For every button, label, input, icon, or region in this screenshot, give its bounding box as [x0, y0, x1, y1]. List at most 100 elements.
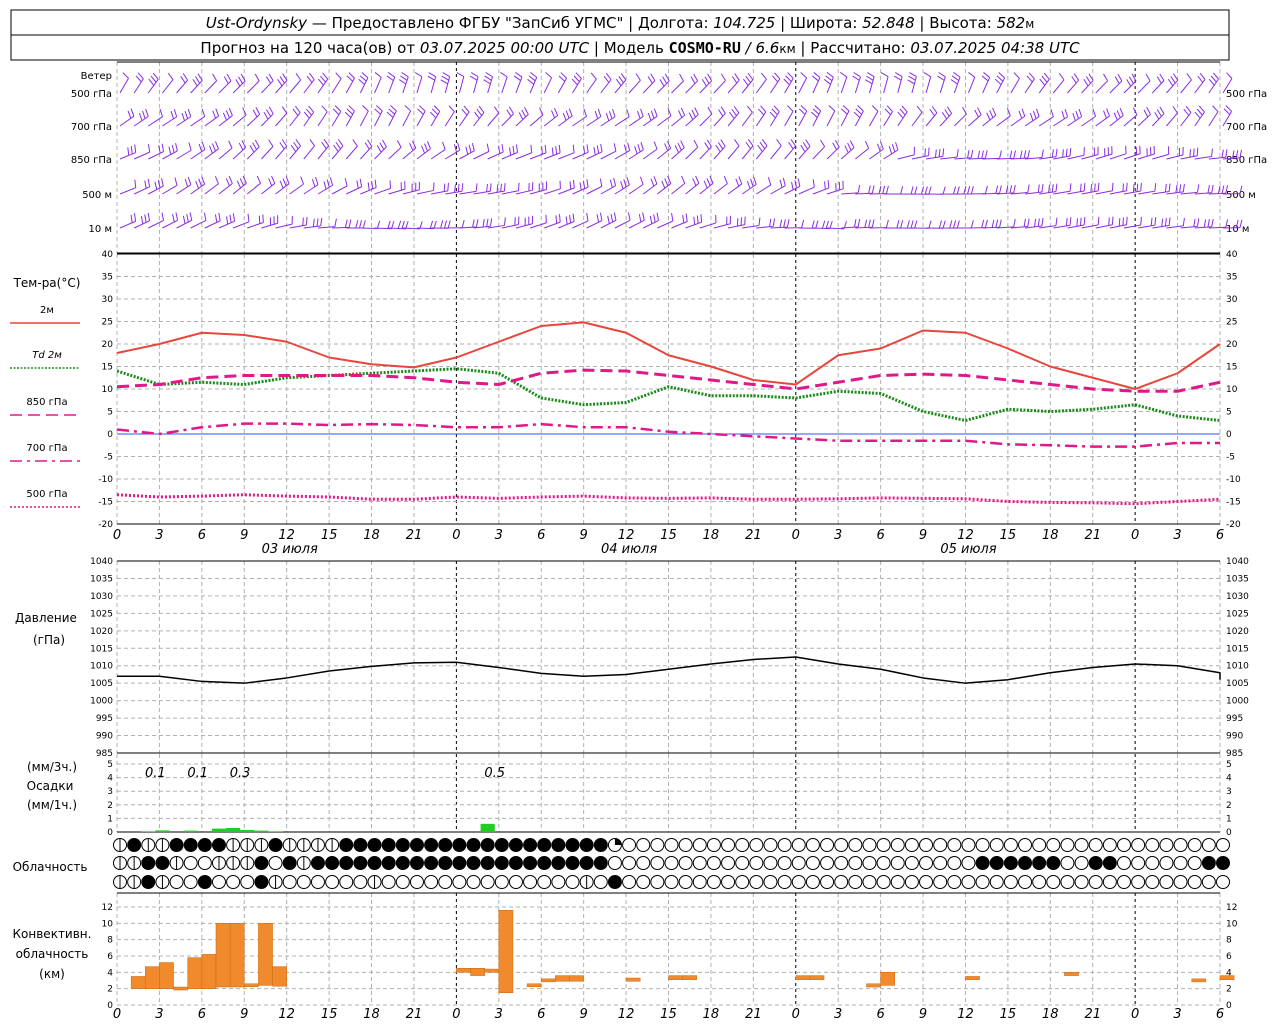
cloud-symbol	[580, 857, 593, 870]
wind-barb-feather	[146, 109, 149, 117]
wind-barb	[728, 139, 739, 159]
wind-barb-feather	[718, 142, 722, 149]
wind-barb-feather	[908, 80, 915, 84]
wind-barb-staff	[756, 146, 767, 159]
wind-barb-feather	[702, 79, 706, 86]
cloud-fill-full	[410, 857, 423, 870]
wind-barb	[1053, 73, 1064, 93]
x-tick-label: 21	[406, 528, 423, 543]
wind-barb	[120, 109, 134, 126]
wind-barb	[120, 73, 129, 93]
wind-barb-staff	[332, 186, 347, 194]
wind-barb-feather	[269, 107, 273, 114]
wind-barb-feather	[318, 79, 323, 85]
wind-barb-feather	[881, 73, 888, 77]
wind-barb-feather	[999, 73, 1005, 78]
pressure-y-tick-left: 1000	[90, 697, 113, 707]
wind-barb-staff	[728, 146, 739, 159]
wind-barb-staff	[474, 152, 489, 159]
wind-barb-feather	[665, 178, 668, 185]
temp-y-tick-left: 0	[107, 430, 113, 440]
cloud-symbol	[156, 839, 169, 852]
wind-barb-feather	[1115, 77, 1119, 84]
cloud-circle	[1033, 839, 1046, 852]
wind-barb-feather	[387, 112, 393, 117]
wind-barb-feather	[182, 113, 185, 121]
cloud-symbol	[821, 839, 834, 852]
cloud-symbol	[538, 857, 551, 870]
wind-barb-feather	[1040, 79, 1045, 85]
wind-barb-staff	[573, 221, 588, 228]
cloud-circle	[905, 839, 918, 852]
wind-barb	[445, 106, 454, 126]
wind-barb-feather	[813, 179, 814, 187]
wind-barb-feather	[982, 220, 984, 228]
cloud-symbol	[835, 857, 848, 870]
wind-barb-feather	[909, 73, 916, 77]
x-tick-label: 15	[321, 1007, 338, 1022]
wind-barb-feather	[375, 180, 376, 188]
wind-barb-feather	[865, 220, 867, 228]
temp-y-tick-left: -20	[98, 520, 113, 530]
wind-barb-feather	[1119, 218, 1120, 226]
cloud-symbol	[340, 876, 353, 889]
wind-barb-feather	[854, 219, 856, 227]
wind-barb-feather	[850, 141, 854, 148]
temp-y-tick-right: -5	[1226, 453, 1235, 463]
wind-barb	[389, 181, 405, 194]
wind-barb-feather	[1014, 73, 1020, 79]
cloud-circle	[722, 857, 735, 870]
wind-barb-feather	[375, 109, 381, 114]
wind-barb-feather	[614, 213, 616, 221]
wind-barb-feather	[1000, 151, 1002, 159]
wind-barb-feather	[546, 72, 552, 77]
cloud-fill-full	[1004, 857, 1017, 870]
wind-barb	[441, 73, 450, 93]
wind-barb-staff	[120, 221, 136, 228]
cloud-symbol	[340, 839, 353, 852]
cloud-circle	[1004, 839, 1017, 852]
cloud-circle	[651, 857, 664, 870]
wind-barb-feather	[347, 76, 353, 82]
wind-barb	[884, 142, 898, 159]
cloud-circle	[665, 876, 678, 889]
wind-barb-staff	[516, 153, 532, 159]
wind-barb-feather	[392, 221, 394, 229]
wind-barb-feather	[939, 221, 941, 229]
wind-barb-feather	[848, 143, 852, 150]
wind-barb-feather	[896, 142, 898, 150]
wind-barb	[686, 140, 698, 159]
wind-barb-staff	[516, 114, 528, 126]
conv-y-tick-left: 10	[102, 919, 114, 929]
cloud-symbol	[340, 857, 353, 870]
cloud-circle	[297, 876, 310, 889]
wind-barb-feather	[641, 109, 644, 117]
cloud-circle	[891, 857, 904, 870]
cloud-symbol	[170, 857, 183, 870]
wind-barb	[785, 179, 800, 194]
wind-barb-staff	[134, 221, 149, 228]
wind-barb	[332, 139, 343, 159]
cloud-symbol	[1004, 839, 1017, 852]
wind-barb	[261, 107, 273, 126]
wind-barb-feather	[187, 214, 189, 222]
wind-barb-feather	[678, 143, 682, 150]
x-tick-label: 3	[155, 1007, 163, 1022]
cloud-circle	[637, 876, 650, 889]
wind-barb-feather	[1197, 218, 1198, 226]
cloud-circle	[764, 857, 777, 870]
cloud-circle	[736, 857, 749, 870]
cloud-symbol	[1217, 839, 1230, 852]
wind-barb	[247, 140, 259, 159]
wind-barb-feather	[743, 79, 748, 85]
precip-bar	[184, 831, 198, 832]
wind-barb	[417, 141, 431, 159]
wind-barb	[629, 213, 644, 228]
conv-bar	[683, 976, 697, 980]
cloud-symbol	[821, 876, 834, 889]
cloud-circle	[1217, 876, 1230, 889]
wind-barb-staff	[1096, 154, 1112, 159]
wind-barb-feather	[943, 187, 945, 195]
cloud-fill-full	[467, 839, 480, 852]
wind-barb-feather	[840, 72, 847, 77]
